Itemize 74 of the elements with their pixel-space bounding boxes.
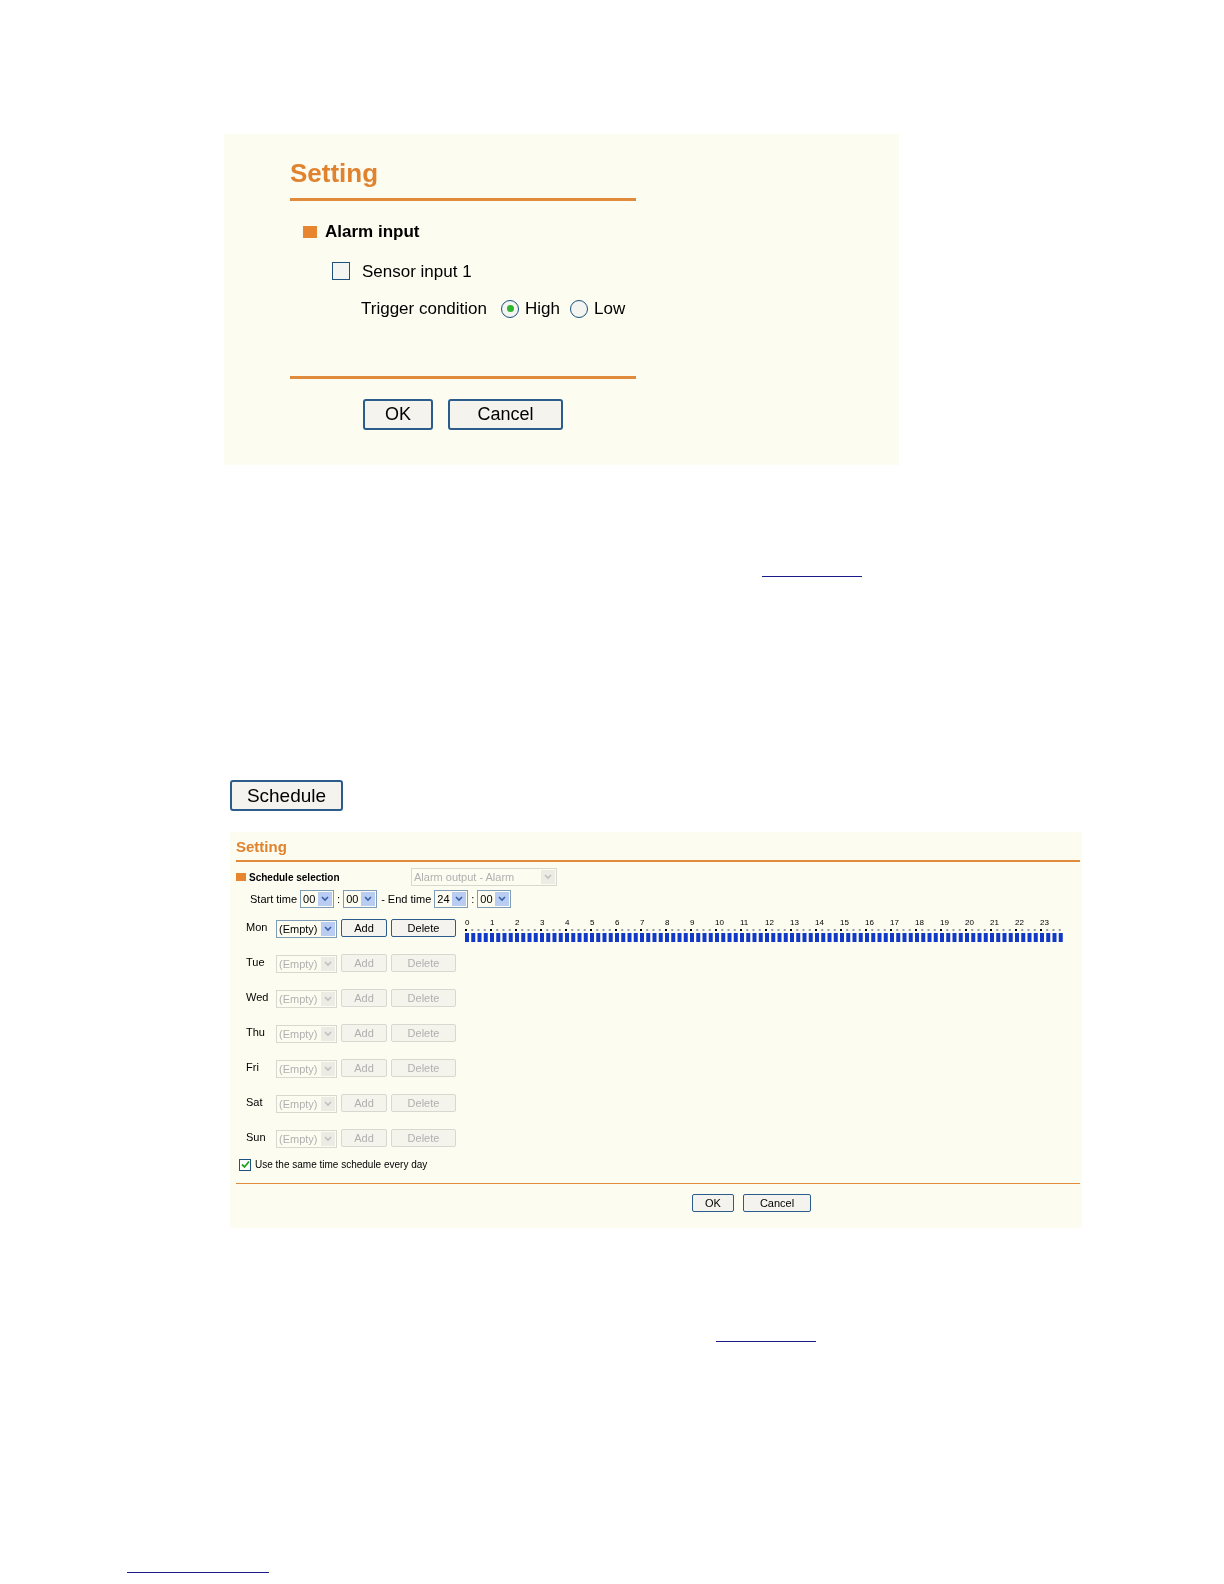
schedule-button[interactable]: Schedule — [230, 780, 343, 811]
chevron-down-icon — [318, 892, 333, 906]
chevron-down-icon — [321, 957, 335, 971]
day-label: Tue — [246, 955, 266, 970]
separator: : — [337, 891, 341, 907]
hour-label: 22 — [1015, 918, 1024, 927]
ok-button[interactable]: OK — [692, 1194, 734, 1212]
field-label: - End time — [381, 891, 432, 907]
hour-label: 5 — [590, 918, 595, 927]
chevron-down-icon — [321, 1132, 335, 1146]
hour-label: 4 — [565, 918, 570, 927]
panel-title: Setting — [290, 157, 379, 190]
hour-label: 16 — [865, 918, 874, 927]
chevron-down-icon — [321, 922, 335, 936]
radio-label: High — [525, 298, 560, 320]
hour-label: 2 — [515, 918, 520, 927]
radio-button[interactable] — [569, 299, 588, 318]
cancel-button[interactable]: Cancel — [743, 1194, 811, 1212]
chevron-down-icon — [452, 892, 467, 906]
hour-label: 15 — [840, 918, 849, 927]
day-label: Sat — [246, 1095, 264, 1110]
day-label: Sun — [246, 1130, 267, 1145]
minute-dropdown[interactable]: 00 — [477, 890, 512, 908]
chevron-down-icon — [321, 1097, 335, 1111]
hour-label: 7 — [640, 918, 645, 927]
hour-label: 17 — [890, 918, 899, 927]
radio-label: Low — [593, 298, 626, 320]
bullet-icon — [236, 873, 246, 881]
bullet-icon — [303, 225, 317, 238]
hour-label: 9 — [690, 918, 695, 927]
chevron-down-icon — [541, 870, 555, 884]
day-label: Fri — [246, 1060, 260, 1075]
hour-label: 6 — [615, 918, 620, 927]
field-label: Start time — [250, 891, 298, 907]
hour-label: 0 — [465, 918, 470, 927]
checkbox-label: Sensor input 1 — [362, 260, 472, 283]
checkbox[interactable] — [239, 1158, 251, 1171]
hour-label: 18 — [915, 918, 924, 927]
hour-label: 3 — [540, 918, 545, 927]
day-label: Mon — [246, 920, 269, 935]
field-label: Trigger condition — [361, 298, 487, 320]
separator: : — [471, 891, 475, 907]
checkbox[interactable] — [332, 262, 350, 281]
checkbox-label: Use the same time schedule every day — [255, 1158, 428, 1172]
chevron-down-icon — [321, 1027, 335, 1041]
radio-button[interactable] — [501, 299, 519, 318]
delete-button[interactable]: Delete — [391, 919, 456, 937]
hour-label: 12 — [765, 918, 774, 927]
panel-title: Setting — [236, 838, 287, 856]
hour-label: 14 — [815, 918, 824, 927]
day-dropdown[interactable]: (Empty) — [276, 920, 337, 938]
hour-label: 23 — [1040, 918, 1049, 927]
cancel-button[interactable]: Cancel — [448, 398, 563, 430]
chevron-down-icon — [495, 892, 510, 906]
hour-label: 20 — [965, 918, 974, 927]
hour-label: 11 — [740, 918, 749, 927]
chevron-down-icon — [321, 1062, 335, 1076]
chevron-down-icon — [361, 892, 376, 906]
hour-dropdown[interactable]: 24 — [434, 890, 469, 908]
ok-button[interactable]: OK — [363, 398, 433, 430]
hour-label: 19 — [940, 918, 949, 927]
hour-label: 13 — [790, 918, 799, 927]
hour-label: 8 — [665, 918, 670, 927]
section-heading: Schedule selection — [249, 870, 341, 885]
section-heading: Alarm input — [325, 221, 420, 243]
day-label: Thu — [246, 1025, 266, 1040]
day-label: Wed — [246, 990, 270, 1005]
add-button[interactable]: Add — [341, 919, 387, 937]
hour-label: 21 — [990, 918, 999, 927]
hour-label: 10 — [715, 918, 724, 927]
hour-dropdown[interactable]: 00 — [300, 890, 335, 908]
minute-dropdown[interactable]: 00 — [343, 890, 378, 908]
hour-label: 1 — [490, 918, 495, 927]
chevron-down-icon — [321, 992, 335, 1006]
